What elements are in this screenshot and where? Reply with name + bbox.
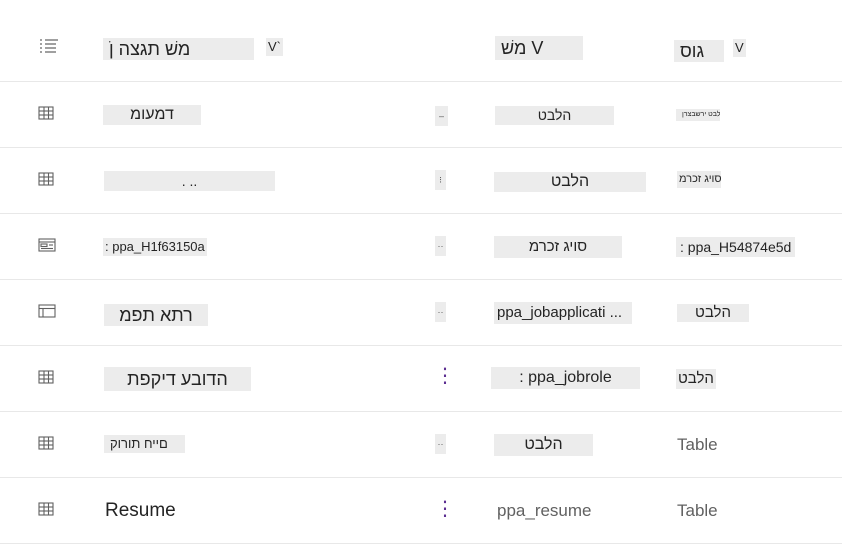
row-display-name[interactable]: Resume xyxy=(105,499,176,523)
table-row[interactable]: דמעומ – הלבט ילבט ירשבצרן xyxy=(0,82,842,148)
row-display-name[interactable]: רתא תפמ xyxy=(104,304,208,326)
table-icon xyxy=(38,172,56,186)
column-header-display-name[interactable]: משׁ תגצה ןֹ xyxy=(103,38,254,60)
row-name: הלבט xyxy=(495,106,614,125)
row-type: הלבט xyxy=(677,304,749,322)
column-header-name[interactable]: משׁ V xyxy=(495,36,583,60)
more-options-button[interactable]: ⋮ xyxy=(435,366,455,386)
row-type: Table xyxy=(677,435,718,454)
row-type: Table xyxy=(677,501,718,520)
table-row[interactable]: . .. ⁝ הלבט סויג זכרמ xyxy=(0,148,842,214)
table-icon xyxy=(38,370,56,384)
column-header-type[interactable]: גוס xyxy=(674,40,724,62)
row-display-name[interactable]: הדובע דיקפת xyxy=(104,367,251,391)
row-name: : ppa_jobrole xyxy=(491,367,640,389)
column-header-name-label: משׁ V xyxy=(495,36,583,60)
row-name: הלבט xyxy=(494,172,646,192)
table-icon xyxy=(38,436,56,450)
table-row[interactable]: םייח תורוק ·· הלבט Table xyxy=(0,412,842,478)
more-options-button[interactable]: ·· xyxy=(435,236,446,256)
row-type: סויג זכרמ xyxy=(677,171,721,188)
more-options-button[interactable]: ·· xyxy=(435,302,446,322)
column-header-type-label: גוס xyxy=(674,40,724,62)
table-icon xyxy=(38,502,56,516)
row-type: ילבט ירשבצרן xyxy=(676,109,720,121)
more-options-button[interactable]: – xyxy=(435,106,448,126)
sort-type-button[interactable]: V xyxy=(733,39,746,57)
list-icon[interactable] xyxy=(38,38,58,53)
form-icon xyxy=(38,238,56,252)
chevron-down-icon: V` xyxy=(266,38,283,56)
row-type: : ppa_H54874e5d xyxy=(676,237,796,257)
row-type: הלבט xyxy=(676,369,716,389)
row-display-name[interactable]: םייח תורוק xyxy=(104,435,185,453)
sort-display-name-button[interactable]: V` xyxy=(266,38,283,56)
row-name: סויג זכרמ xyxy=(494,236,622,258)
grid-header: משׁ תגצה ןֹ V` משׁ V גוס V xyxy=(0,0,842,82)
row-name: ppa_jobapplicati ... xyxy=(494,302,632,324)
table-icon xyxy=(38,106,56,120)
table-row[interactable]: : ppa_H1f63150a ·· סויג זכרמ : ppa_H5487… xyxy=(0,214,842,280)
more-options-button[interactable]: ·· xyxy=(435,434,446,454)
row-display-name[interactable]: . .. xyxy=(104,171,275,191)
more-options-button[interactable]: ⁝ xyxy=(435,170,446,190)
row-display-name[interactable]: דמעומ xyxy=(103,105,201,125)
table-row[interactable]: הדובע דיקפת ⋮ : ppa_jobrole הלבט xyxy=(0,346,842,412)
more-options-button[interactable]: ⋮ xyxy=(435,499,455,519)
column-header-display-name-label: משׁ תגצה ןֹ xyxy=(103,38,254,60)
row-name: ppa_resume xyxy=(497,501,592,520)
chevron-down-icon: V xyxy=(733,39,746,57)
tables-grid: משׁ תגצה ןֹ V` משׁ V גוס V דמעומ – הלבט … xyxy=(0,0,842,544)
row-name: הלבט xyxy=(494,434,593,456)
row-display-name[interactable]: : ppa_H1f63150a xyxy=(103,238,207,256)
table-row[interactable]: Resume ⋮ ppa_resume Table xyxy=(0,478,842,544)
table-row[interactable]: רתא תפמ ·· ppa_jobapplicati ... הלבט xyxy=(0,280,842,346)
view-icon xyxy=(38,304,56,318)
